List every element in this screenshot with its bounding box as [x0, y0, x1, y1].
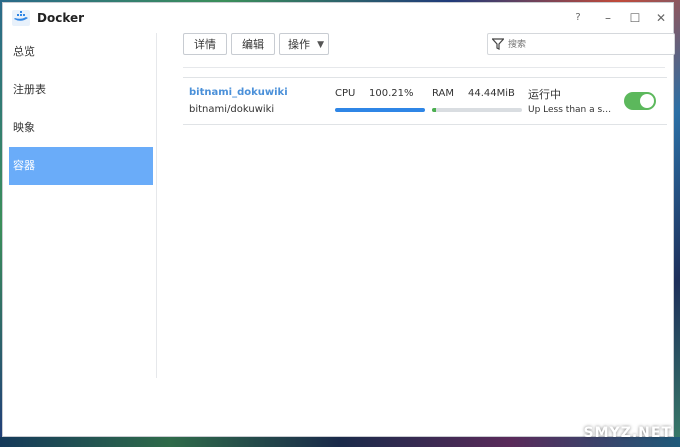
sidebar-item-container[interactable]: 容器: [9, 147, 153, 185]
status-label: 运行中: [528, 88, 561, 101]
container-toggle[interactable]: [624, 92, 656, 110]
sidebar-divider: [156, 33, 157, 378]
filter-icon[interactable]: [492, 38, 504, 50]
minimize-icon[interactable]: –: [598, 9, 618, 27]
detail-button[interactable]: 详情: [183, 33, 227, 55]
search-input[interactable]: [506, 36, 670, 54]
sidebar-item-image[interactable]: 映象: [9, 109, 153, 147]
desktop-background: [0, 437, 680, 447]
cpu-usage-fill: [335, 108, 425, 112]
container-row[interactable]: bitnami_dokuwiki bitnami/dokuwiki CPU 10…: [183, 77, 667, 125]
cpu-label: CPU: [335, 88, 356, 99]
docker-whale-icon: [12, 10, 30, 26]
sidebar-item-overview[interactable]: 总览: [9, 33, 153, 71]
sidebar-item-registry[interactable]: 注册表: [9, 71, 153, 109]
window-title: Docker: [37, 11, 85, 25]
container-name-link[interactable]: bitnami_dokuwiki: [189, 87, 288, 98]
sidebar: 总览 注册表 映象 容器: [9, 33, 153, 185]
docker-window: Docker ? – ☐ ✕ 总览 注册表 映象 容器 详情 编辑 操作 ▼ b…: [2, 2, 675, 437]
ram-label: RAM: [432, 88, 455, 99]
toolbar-divider: [183, 67, 665, 68]
help-icon[interactable]: ?: [568, 9, 588, 27]
cpu-usage-bar: [335, 108, 425, 112]
watermark: SMYZ.NET: [583, 425, 672, 441]
ram-usage-bar: [432, 108, 522, 112]
maximize-icon[interactable]: ☐: [625, 9, 645, 27]
title-bar[interactable]: Docker ? – ☐ ✕: [3, 3, 673, 33]
toggle-knob: [640, 94, 654, 108]
edit-button[interactable]: 编辑: [231, 33, 275, 55]
search-box[interactable]: [487, 33, 675, 55]
cpu-value: 100.21%: [369, 88, 414, 99]
chevron-down-icon: ▼: [317, 40, 324, 50]
ram-usage-fill: [432, 108, 436, 112]
status-detail: Up Less than a sec...: [528, 105, 616, 115]
toolbar: 详情 编辑 操作 ▼: [183, 33, 675, 59]
action-dropdown[interactable]: 操作 ▼: [279, 33, 329, 55]
close-icon[interactable]: ✕: [651, 9, 671, 27]
container-image: bitnami/dokuwiki: [189, 104, 275, 115]
action-dropdown-label: 操作: [288, 38, 310, 51]
ram-value: 44.44MiB: [468, 88, 515, 99]
